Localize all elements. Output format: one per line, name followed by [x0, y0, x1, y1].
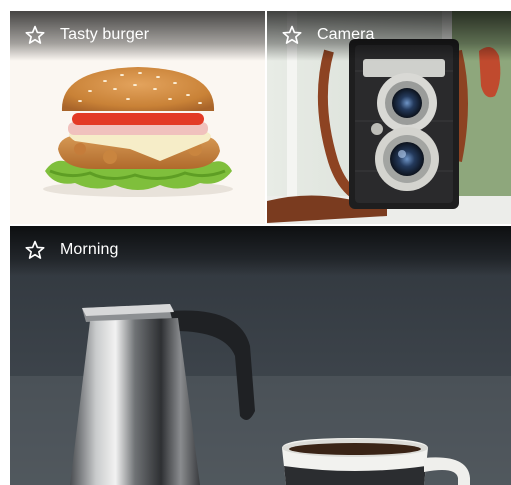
tile-title-bar: Morning	[10, 226, 511, 276]
tile-title: Morning	[60, 241, 119, 258]
tile-title-bar: Tasty burger	[10, 11, 265, 61]
star-outline-icon[interactable]	[24, 239, 46, 261]
star-outline-icon[interactable]	[24, 24, 46, 46]
tile-title-bar: Camera	[267, 11, 511, 61]
star-outline-icon[interactable]	[281, 24, 303, 46]
tile-title: Tasty burger	[60, 26, 150, 43]
grid-tile-tasty-burger[interactable]: Tasty burger	[10, 11, 265, 224]
image-grid-list: Tasty burger Camera Morning	[10, 11, 511, 485]
tile-title: Camera	[317, 26, 375, 43]
grid-tile-morning[interactable]: Morning	[10, 226, 511, 485]
grid-tile-camera[interactable]: Camera	[267, 11, 511, 224]
